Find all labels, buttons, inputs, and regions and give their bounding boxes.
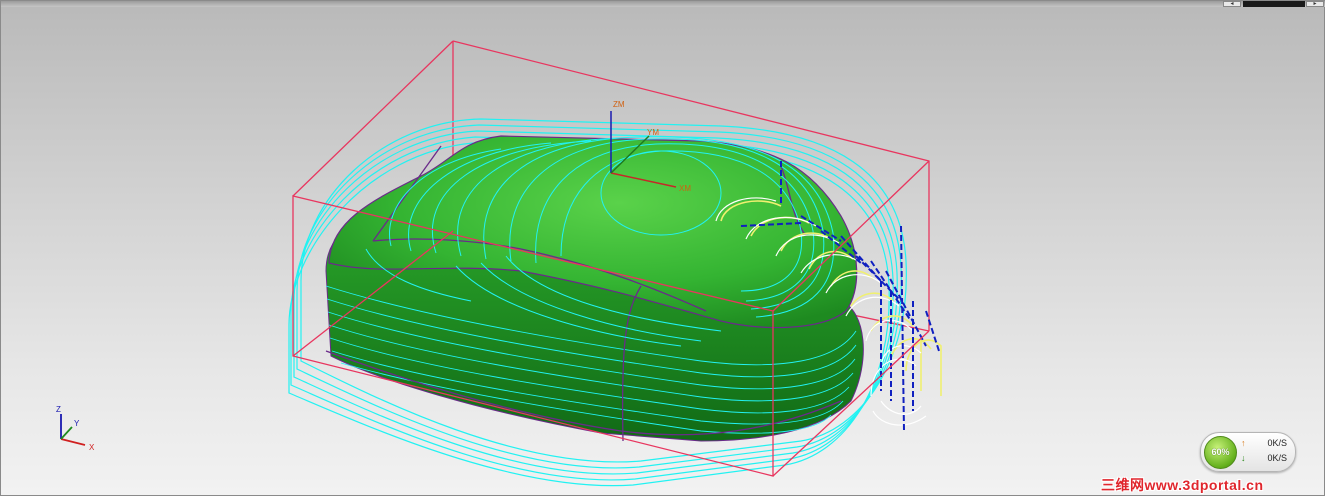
network-usage-percent: 60% <box>1204 436 1237 469</box>
cam-3d-scene[interactable]: ZM XM YM Z Y X <box>1 1 1325 497</box>
graphics-viewport[interactable]: ◂ ▸ ZM XM YM Z Y X 60% ↑ 0K/S ↓ 0K/S 三维网… <box>0 0 1325 496</box>
view-triad[interactable]: Z Y X <box>56 405 95 452</box>
upload-row: ↑ 0K/S <box>1241 438 1293 450</box>
download-arrow-icon: ↓ <box>1241 453 1246 463</box>
network-speed-widget[interactable]: 60% ↑ 0K/S ↓ 0K/S <box>1200 432 1296 472</box>
triad-label-x: X <box>89 443 95 452</box>
triad-label-z: Z <box>56 405 61 414</box>
upload-arrow-icon: ↑ <box>1241 438 1246 448</box>
site-watermark: 三维网www.3dportal.cn <box>1101 477 1264 493</box>
download-row: ↓ 0K/S <box>1241 453 1293 465</box>
axis-label-z: ZM <box>613 100 625 109</box>
upload-speed: 0K/S <box>1267 438 1287 448</box>
triad-label-y: Y <box>74 419 80 428</box>
download-speed: 0K/S <box>1267 453 1287 463</box>
axis-label-x: XM <box>679 184 691 193</box>
axis-label-y: YM <box>647 128 659 137</box>
